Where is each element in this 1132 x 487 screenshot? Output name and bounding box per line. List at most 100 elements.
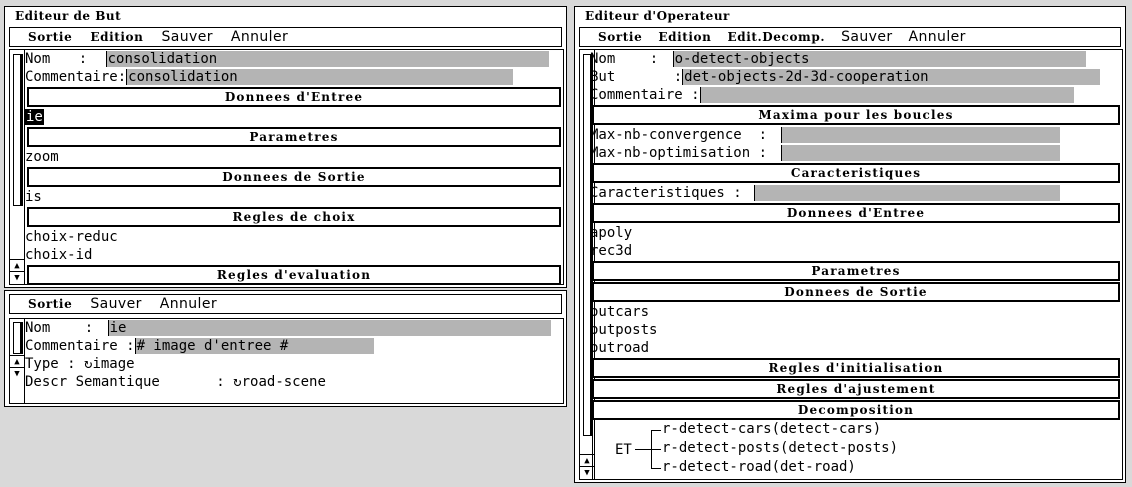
- commentaire-row: Commentaire: consolidation: [25, 68, 563, 86]
- but-editor-title: Editeur de But: [15, 9, 122, 23]
- operator-editor-content: Nom : o-detect-objects But : det-objects-…: [590, 50, 1122, 479]
- data-editor-window: Sortie Sauver Annuler ▲ ▼ Nom : ie Comme…: [4, 290, 567, 407]
- data-editor-content: Nom : ie Commentaire : # image d'entree #…: [25, 319, 563, 403]
- nom-label: Nom: [25, 51, 51, 67]
- menu-sauver[interactable]: Sauver: [161, 29, 212, 45]
- commentaire-field[interactable]: # image d'entree #: [134, 338, 374, 354]
- max-opt-label: Max-nb-optimisation :: [590, 145, 768, 161]
- section-regles-ajustement: Regles d'ajustement: [592, 379, 1120, 399]
- menu-annuler[interactable]: Annuler: [231, 29, 288, 45]
- max-conv-field[interactable]: [781, 127, 1061, 143]
- scroll-thumb[interactable]: [13, 322, 21, 354]
- max-opt-row: Max-nb-optimisation :: [590, 144, 1122, 162]
- operator-editor-menubar: Sortie Edition Edit.Decomp. Sauver Annul…: [579, 27, 1121, 47]
- operator-editor-body: ▲ ▼ Nom : o-detect-objects But : det-obje…: [579, 49, 1123, 480]
- carac-label: Caracteristiques :: [590, 185, 742, 201]
- list-item[interactable]: outposts: [590, 321, 1122, 339]
- but-label: But: [590, 69, 616, 85]
- section-caracteristiques: Caracteristiques: [592, 163, 1120, 183]
- commentaire-label: Commentaire:: [25, 69, 127, 85]
- but-editor-content: Nom : consolidation Commentaire: consolid…: [25, 50, 563, 284]
- list-item[interactable]: choix-reduc: [25, 228, 563, 246]
- menu-sortie[interactable]: Sortie: [598, 30, 642, 44]
- menu-sauver[interactable]: Sauver: [841, 29, 892, 45]
- tree-node[interactable]: r-detect-posts(detect-posts): [662, 440, 898, 456]
- section-donnees-entree: Donnees d'Entree: [27, 87, 561, 107]
- max-conv-label: Max-nb-convergence :: [590, 127, 768, 143]
- section-donnees-sortie: Donnees de Sortie: [592, 282, 1120, 302]
- menu-edit-decomp[interactable]: Edit.Decomp.: [727, 30, 825, 44]
- nom-row: Nom : consolidation: [25, 50, 563, 68]
- but-editor-scrollbar[interactable]: ▲ ▼: [10, 50, 25, 284]
- scroll-thumb[interactable]: [13, 54, 21, 206]
- menu-edition[interactable]: Edition: [90, 30, 143, 44]
- descr-value[interactable]: road-scene: [242, 374, 326, 390]
- but-row: But : det-objects-2d-3d-cooperation: [590, 68, 1122, 86]
- list-item[interactable]: outcars: [590, 303, 1122, 321]
- descr-row: Descr Semantique : ↻road-scene: [25, 373, 563, 391]
- section-regles-choix: Regles de choix: [27, 207, 561, 227]
- list-item[interactable]: is: [25, 188, 563, 206]
- nom-sep: :: [78, 51, 88, 67]
- selected-item[interactable]: ie: [25, 109, 44, 125]
- descr-label: Descr Semantique: [25, 374, 160, 390]
- commentaire-field[interactable]: [699, 87, 1074, 103]
- tree-operator-label[interactable]: ET: [615, 442, 632, 458]
- commentaire-label: Commentaire :: [590, 87, 700, 103]
- menu-annuler[interactable]: Annuler: [909, 29, 966, 45]
- list-item[interactable]: outroad: [590, 339, 1122, 357]
- type-label: Type :: [25, 356, 76, 372]
- scroll-down-arrow-icon[interactable]: ▼: [10, 271, 24, 284]
- menu-sauver[interactable]: Sauver: [90, 296, 141, 312]
- nom-field[interactable]: ie: [107, 320, 551, 336]
- type-row: Type : ↻image: [25, 355, 563, 373]
- commentaire-field[interactable]: consolidation: [126, 69, 514, 85]
- list-item[interactable]: apoly: [590, 224, 1122, 242]
- link-icon: ↻: [233, 374, 242, 390]
- carac-field[interactable]: [754, 185, 1061, 201]
- section-maxima: Maxima pour les boucles: [592, 105, 1120, 125]
- data-editor-menubar: Sortie Sauver Annuler: [9, 294, 562, 314]
- section-regles-evaluation: Regles d'evaluation: [27, 265, 561, 284]
- commentaire-row: Commentaire : # image d'entree #: [25, 337, 563, 355]
- decomposition-tree: ET r-detect-cars(detect-cars) r-detect-p…: [592, 421, 1122, 479]
- commentaire-row: Commentaire :: [590, 86, 1122, 104]
- but-editor-body: ▲ ▼ Nom : consolidation Commentaire: cons…: [9, 49, 564, 285]
- menu-edition[interactable]: Edition: [658, 30, 711, 44]
- menu-sortie[interactable]: Sortie: [28, 30, 72, 44]
- section-parametres: Parametres: [27, 127, 561, 147]
- tree-node[interactable]: r-detect-road(det-road): [662, 459, 856, 475]
- nom-field[interactable]: o-detect-objects: [672, 51, 1086, 67]
- data-editor-body: ▲ ▼ Nom : ie Commentaire : # image d'entr…: [9, 318, 564, 404]
- but-sep: :: [673, 69, 683, 85]
- carac-row: Caracteristiques :: [590, 184, 1122, 202]
- nom-label: Nom: [25, 320, 51, 336]
- nom-sep: :: [649, 51, 659, 67]
- section-decomposition: Decomposition: [592, 400, 1120, 420]
- tree-node[interactable]: r-detect-cars(detect-cars): [662, 421, 881, 437]
- commentaire-label: Commentaire :: [25, 338, 135, 354]
- tree-branch: [651, 468, 661, 469]
- section-donnees-sortie: Donnees de Sortie: [27, 167, 561, 187]
- section-regles-initialisation: Regles d'initialisation: [592, 358, 1120, 378]
- nom-field[interactable]: consolidation: [105, 51, 549, 67]
- nom-label: Nom: [590, 51, 616, 67]
- list-item[interactable]: ie: [25, 108, 563, 126]
- list-item[interactable]: choix-id: [25, 246, 563, 264]
- tree-connector: [635, 449, 651, 450]
- operator-editor-title: Editeur d'Operateur: [585, 9, 730, 23]
- list-item[interactable]: rec3d: [590, 242, 1122, 260]
- nom-row: Nom : o-detect-objects: [590, 50, 1122, 68]
- but-field[interactable]: det-objects-2d-3d-cooperation: [682, 69, 1101, 85]
- data-editor-scrollbar[interactable]: ▲ ▼: [10, 319, 25, 403]
- menu-annuler[interactable]: Annuler: [160, 296, 217, 312]
- type-value[interactable]: image: [92, 356, 134, 372]
- tree-branch: [651, 430, 661, 431]
- nom-sep: :: [84, 320, 94, 336]
- menu-sortie[interactable]: Sortie: [28, 297, 72, 311]
- max-opt-field[interactable]: [781, 145, 1061, 161]
- tree-branch: [651, 449, 661, 450]
- scroll-down-arrow-icon[interactable]: ▼: [10, 367, 24, 380]
- section-parametres: Parametres: [592, 261, 1120, 281]
- list-item[interactable]: zoom: [25, 148, 563, 166]
